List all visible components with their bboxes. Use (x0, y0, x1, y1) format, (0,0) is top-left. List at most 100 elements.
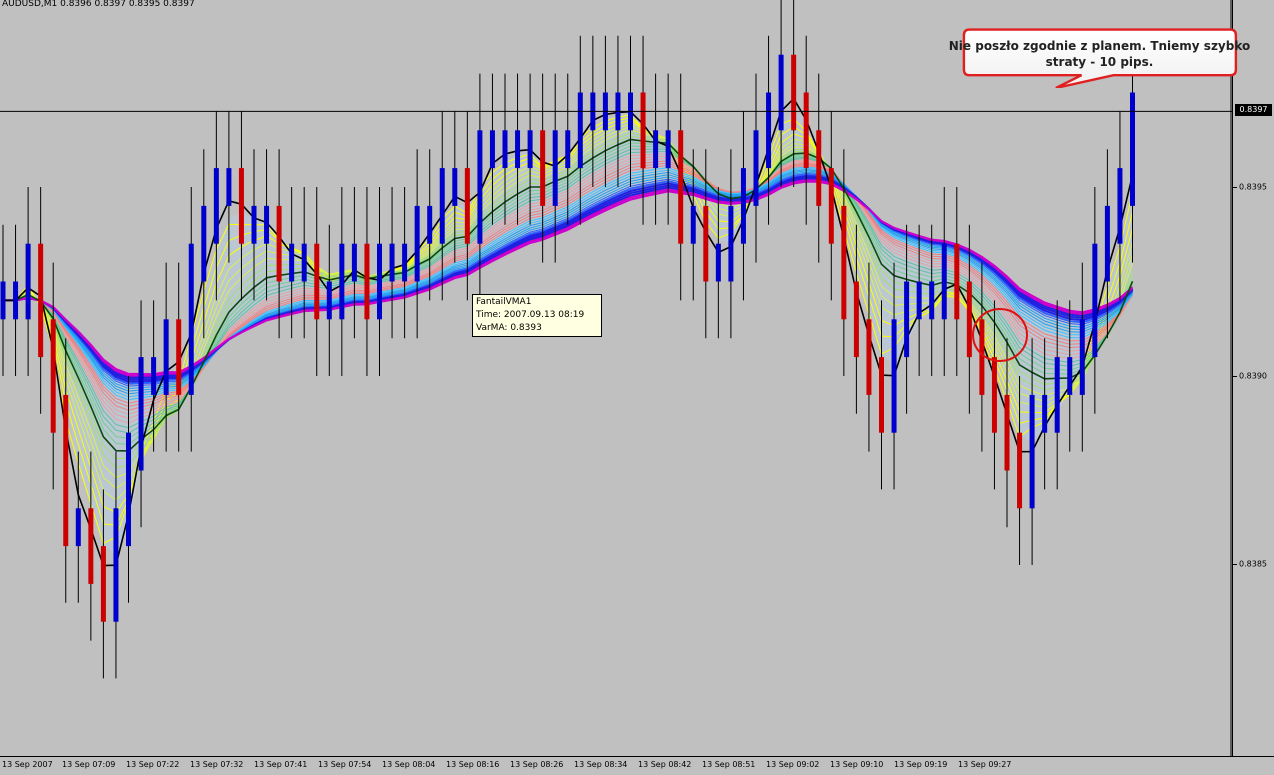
candle-body (1104, 205, 1110, 282)
candle-body (489, 130, 495, 169)
candle-body (251, 205, 257, 244)
candle-body (690, 205, 696, 244)
candle-body (565, 130, 571, 169)
candle-body (100, 546, 106, 622)
candle-body (816, 130, 822, 206)
candle-body (113, 508, 119, 622)
candle-body (766, 92, 772, 169)
candle-body (477, 130, 483, 244)
price-chart[interactable] (0, 0, 1232, 756)
candle-body (966, 281, 972, 358)
price-label: 0.8395 (1239, 182, 1267, 192)
candle-body (50, 319, 56, 433)
time-label: 13 Sep 08:51 (702, 760, 756, 769)
candle-body (828, 168, 834, 244)
time-label: 13 Sep 08:26 (510, 760, 564, 769)
candle-body (1067, 357, 1073, 395)
candle-body (289, 243, 295, 282)
price-label: 0.8385 (1239, 559, 1267, 569)
candle-body (866, 319, 872, 395)
candle-body (904, 281, 910, 358)
candle-body (1130, 92, 1135, 206)
candle-body (452, 168, 458, 206)
candle-body (339, 243, 345, 320)
time-label: 13 Sep 07:41 (254, 760, 308, 769)
time-label: 13 Sep 07:54 (318, 760, 372, 769)
candle-body (13, 281, 19, 320)
candle-body (527, 130, 533, 169)
candle-body (891, 319, 897, 433)
candle-body (640, 92, 646, 169)
candle-body (439, 168, 445, 244)
candle-body (929, 281, 935, 320)
candle-body (1054, 357, 1060, 433)
candle-body (678, 130, 684, 244)
candle-body (326, 281, 332, 320)
candle-body (276, 205, 282, 282)
candle-body (151, 357, 157, 395)
time-label: 13 Sep 07:09 (62, 760, 116, 769)
candle-body (653, 130, 659, 169)
time-label: 13 Sep 07:32 (190, 760, 244, 769)
candle-body (515, 130, 521, 169)
candle-body (916, 281, 922, 320)
candle-body (665, 130, 671, 169)
candle-body (389, 243, 395, 282)
candle-body (213, 168, 219, 244)
candle-body (301, 243, 307, 282)
time-label: 13 Sep 2007 (2, 760, 53, 769)
candle-body (803, 92, 809, 169)
candle-body (879, 357, 884, 433)
chart-area[interactable]: AUDUSD,M1 0.8396 0.8397 0.8395 0.8397 (0, 0, 1232, 756)
candle-body (188, 243, 194, 395)
price-tick (1233, 376, 1237, 377)
candle-body (552, 130, 558, 206)
candle-body (941, 243, 947, 320)
candle-body (226, 168, 232, 206)
candle-body (402, 243, 408, 282)
time-label: 13 Sep 08:16 (446, 760, 500, 769)
candle-body (126, 432, 131, 547)
candle-body (778, 54, 784, 131)
candle-body (979, 319, 985, 395)
candle-body (1079, 319, 1085, 395)
time-label: 13 Sep 09:19 (894, 760, 948, 769)
candle-body (414, 205, 420, 282)
time-axis[interactable]: 13 Sep 2007 13 Sep 07:09 13 Sep 07:22 13… (0, 756, 1274, 775)
candle-body (427, 205, 433, 244)
candle-body (38, 243, 44, 358)
candle-body (577, 92, 583, 169)
time-label: 13 Sep 08:34 (574, 760, 628, 769)
candle-body (1017, 432, 1023, 509)
time-label: 13 Sep 09:02 (766, 760, 820, 769)
candle-body (728, 205, 734, 282)
current-price-badge: 0.8397 (1235, 104, 1272, 116)
candle-body (1092, 243, 1098, 358)
candle-body (791, 54, 797, 131)
callout-text: Nie poszło zgodnie z planem. Tniemy szyb… (948, 39, 1251, 69)
time-label: 13 Sep 07:22 (126, 760, 180, 769)
time-label: 13 Sep 09:10 (830, 760, 884, 769)
candle-body (314, 243, 320, 320)
candle-body (703, 205, 709, 282)
candle-body (540, 130, 546, 206)
symbol-header: AUDUSD,M1 0.8396 0.8397 0.8395 0.8397 (2, 0, 195, 9)
candle-body (377, 243, 382, 320)
tooltip-value: VarMA: 0.8393 (476, 323, 542, 333)
candle-body (364, 243, 370, 320)
tooltip-time: Time: 2007.09.13 08:19 (476, 310, 585, 320)
candle-body (464, 168, 470, 244)
candle-body (238, 168, 244, 244)
candle-body (63, 394, 69, 547)
candle-body (715, 243, 721, 282)
candle-body (176, 319, 182, 395)
time-label: 13 Sep 08:42 (638, 760, 692, 769)
candle-body (1029, 394, 1035, 509)
candle-body (753, 130, 759, 206)
indicator-tooltip: FantailVMA1 Time: 2007.09.13 08:19 VarMA… (472, 294, 602, 337)
price-label: 0.8390 (1239, 371, 1267, 381)
candle-body (740, 168, 746, 244)
tooltip-indicator-name: FantailVMA1 (476, 297, 532, 307)
candle-body (853, 281, 859, 358)
candle-body (138, 357, 144, 471)
